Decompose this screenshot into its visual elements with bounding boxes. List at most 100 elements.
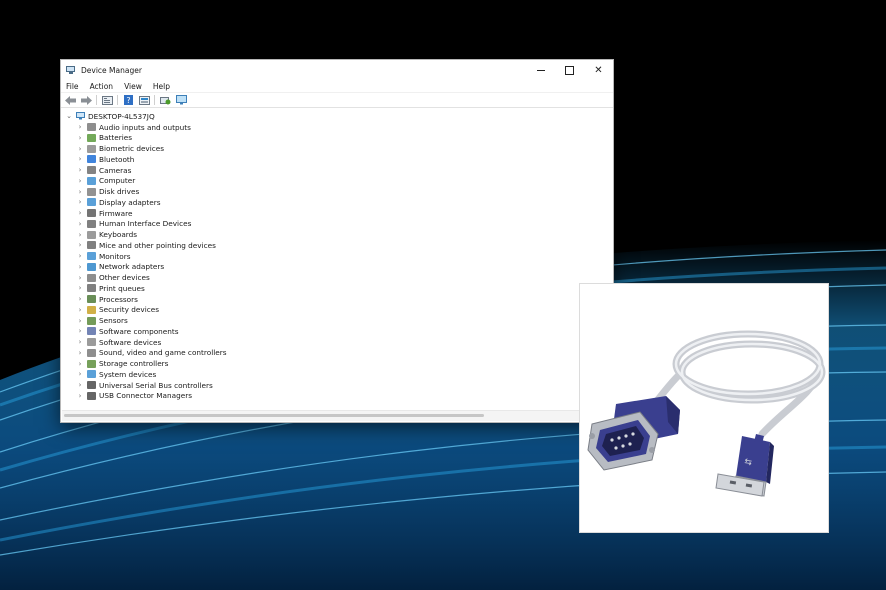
expand-chevron-icon[interactable]: › [76, 198, 84, 206]
scan-hardware-icon [159, 96, 170, 104]
tree-category-row[interactable]: › Security devices [61, 305, 613, 316]
tree-category-row[interactable]: › Batteries [61, 133, 613, 144]
tree-category-row[interactable]: › Audio inputs and outputs [61, 122, 613, 133]
tree-category-row[interactable]: › Other devices [61, 272, 613, 283]
back-button[interactable] [64, 95, 76, 106]
tree-category-row[interactable]: › Sensors [61, 315, 613, 326]
forward-button[interactable] [80, 95, 92, 106]
scrollbar-thumb[interactable] [64, 414, 484, 417]
tree-root[interactable]: ⌄ DESKTOP-4L537JQ [61, 111, 613, 122]
tree-category-row[interactable]: › Biometric devices [61, 143, 613, 154]
tree-category-row[interactable]: › Software devices [61, 337, 613, 348]
close-button[interactable]: ✕ [584, 60, 613, 80]
tree-category-row[interactable]: › Storage controllers [61, 358, 613, 369]
category-label: Bluetooth [99, 154, 135, 164]
category-list: › Audio inputs and outputs › Batteries › Biom… [61, 122, 613, 402]
menu-bar: File Action View Help [61, 80, 613, 92]
expand-chevron-icon[interactable]: › [76, 392, 84, 400]
expand-chevron-icon[interactable]: › [76, 349, 84, 357]
keyboard-icon [87, 230, 96, 239]
category-label: Software components [99, 326, 179, 336]
tree-category-row[interactable]: › Keyboards [61, 229, 613, 240]
menu-view[interactable]: View [124, 82, 142, 91]
expand-chevron-icon[interactable]: › [76, 306, 84, 314]
tree-category-row[interactable]: › Disk drives [61, 186, 613, 197]
tree-category-row[interactable]: › Bluetooth [61, 154, 613, 165]
computer-name: DESKTOP-4L537JQ [88, 111, 155, 121]
details-icon [138, 95, 150, 105]
tree-category-row[interactable]: › USB Connector Managers [61, 391, 613, 402]
fingerprint-icon [87, 144, 96, 153]
scan-hardware-button[interactable] [159, 95, 171, 106]
tree-category-row[interactable]: › Cameras [61, 165, 613, 176]
help-button[interactable]: ? [122, 95, 134, 106]
system-devices-icon [87, 370, 96, 379]
expand-chevron-icon[interactable]: › [76, 166, 84, 174]
properties-button[interactable] [101, 95, 113, 106]
bluetooth-icon [87, 155, 96, 164]
menu-file[interactable]: File [66, 82, 79, 91]
maximize-button[interactable] [555, 60, 584, 80]
tree-category-row[interactable]: › Display adapters [61, 197, 613, 208]
expand-chevron-icon[interactable]: › [76, 145, 84, 153]
category-label: Software devices [99, 337, 162, 347]
hid-icon [87, 219, 96, 228]
expand-chevron-icon[interactable]: › [76, 177, 84, 185]
expand-chevron-icon[interactable]: › [76, 381, 84, 389]
storage-controller-icon [87, 359, 96, 368]
tree-category-row[interactable]: › Processors [61, 294, 613, 305]
category-label: Display adapters [99, 197, 161, 207]
details-button[interactable] [138, 95, 150, 106]
speaker-icon [87, 348, 96, 357]
expand-chevron-icon[interactable]: › [76, 134, 84, 142]
tree-category-row[interactable]: › Software components [61, 326, 613, 337]
tree-category-row[interactable]: › Firmware [61, 208, 613, 219]
collapse-chevron-icon[interactable]: ⌄ [65, 112, 73, 120]
monitor-button[interactable] [175, 95, 187, 106]
db9-connector [587, 396, 680, 471]
tree-category-row[interactable]: › Universal Serial Bus controllers [61, 380, 613, 391]
expand-chevron-icon[interactable]: › [76, 327, 84, 335]
expand-chevron-icon[interactable]: › [76, 263, 84, 271]
expand-chevron-icon[interactable]: › [76, 123, 84, 131]
menu-action[interactable]: Action [90, 82, 114, 91]
expand-chevron-icon[interactable]: › [76, 188, 84, 196]
expand-chevron-icon[interactable]: › [76, 209, 84, 217]
computer-icon [87, 176, 96, 185]
tree-category-row[interactable]: › Computer [61, 176, 613, 187]
menu-help[interactable]: Help [153, 82, 170, 91]
tree-category-row[interactable]: › Sound, video and game controllers [61, 348, 613, 359]
category-label: Universal Serial Bus controllers [99, 380, 213, 390]
expand-chevron-icon[interactable]: › [76, 295, 84, 303]
horizontal-scrollbar[interactable] [62, 410, 612, 421]
processor-icon [87, 295, 96, 304]
expand-chevron-icon[interactable]: › [76, 370, 84, 378]
expand-chevron-icon[interactable]: › [76, 252, 84, 260]
title-bar[interactable]: Device Manager ✕ [61, 60, 613, 80]
expand-chevron-icon[interactable]: › [76, 360, 84, 368]
category-label: Network adapters [99, 262, 165, 272]
expand-chevron-icon[interactable]: › [76, 284, 84, 292]
minimize-button[interactable] [526, 60, 555, 80]
expand-chevron-icon[interactable]: › [76, 338, 84, 346]
category-label: Cameras [99, 165, 132, 175]
tree-category-row[interactable]: › Mice and other pointing devices [61, 240, 613, 251]
svg-text:?: ? [126, 96, 130, 105]
expand-chevron-icon[interactable]: › [76, 231, 84, 239]
expand-chevron-icon[interactable]: › [76, 155, 84, 163]
expand-chevron-icon[interactable]: › [76, 220, 84, 228]
tree-category-row[interactable]: › System devices [61, 369, 613, 380]
sensor-icon [87, 316, 96, 325]
tree-category-row[interactable]: › Network adapters [61, 262, 613, 273]
expand-chevron-icon[interactable]: › [76, 317, 84, 325]
tree-category-row[interactable]: › Monitors [61, 251, 613, 262]
tree-category-row[interactable]: › Human Interface Devices [61, 219, 613, 230]
expand-chevron-icon[interactable]: › [76, 274, 84, 282]
category-label: Audio inputs and outputs [99, 122, 191, 132]
firmware-icon [87, 209, 96, 218]
tree-category-row[interactable]: › Print queues [61, 283, 613, 294]
toolbar-separator [154, 95, 155, 105]
category-label: Print queues [99, 283, 145, 293]
computer-icon [76, 112, 85, 120]
expand-chevron-icon[interactable]: › [76, 241, 84, 249]
